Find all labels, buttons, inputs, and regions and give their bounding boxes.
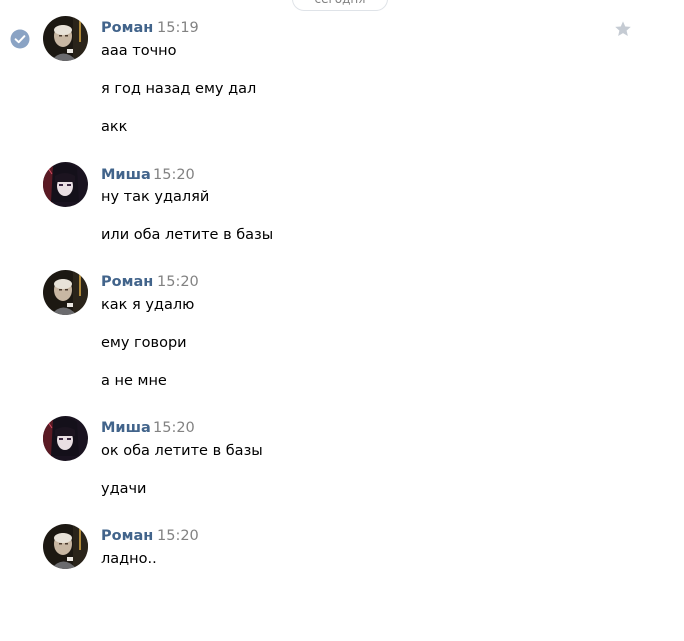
avatar-roman-icon — [43, 524, 88, 569]
avatar-roman-icon — [43, 16, 88, 61]
check-circle-icon[interactable] — [10, 29, 30, 49]
message-author[interactable]: Роман — [101, 19, 153, 37]
avatar[interactable] — [43, 16, 88, 61]
avatar[interactable] — [43, 416, 88, 461]
message-text: я год назад ему дал — [101, 81, 257, 97]
avatar[interactable] — [43, 270, 88, 315]
message-time[interactable]: 15:20 — [157, 527, 199, 545]
message-time[interactable]: 15:20 — [153, 166, 195, 184]
message-text: ладно.. — [101, 551, 157, 567]
message-text: ему говори — [101, 335, 187, 351]
avatar-roman-icon — [43, 270, 88, 315]
message-author[interactable]: Миша — [101, 166, 151, 184]
message-author[interactable]: Роман — [101, 273, 153, 291]
avatar[interactable] — [43, 524, 88, 569]
message-text: ну так удаляй — [101, 189, 210, 205]
message-text: ок оба летите в базы — [101, 443, 263, 459]
message-text: удачи — [101, 481, 147, 497]
avatar[interactable] — [43, 162, 88, 207]
message-author[interactable]: Роман — [101, 527, 153, 545]
message-time[interactable]: 15:20 — [153, 419, 195, 437]
date-divider: сегодня — [292, 0, 388, 11]
star-icon[interactable] — [614, 20, 632, 38]
message-author[interactable]: Миша — [101, 419, 151, 437]
message-text: ааа точно — [101, 43, 177, 59]
message-time[interactable]: 15:19 — [157, 19, 199, 37]
message-text: а не мне — [101, 373, 167, 389]
avatar-misha-icon — [43, 416, 88, 461]
message-time[interactable]: 15:20 — [157, 273, 199, 291]
message-text: акк — [101, 119, 128, 135]
avatar-misha-icon — [43, 162, 88, 207]
message-text: как я удалю — [101, 297, 195, 313]
message-text: или оба летите в базы — [101, 227, 274, 243]
